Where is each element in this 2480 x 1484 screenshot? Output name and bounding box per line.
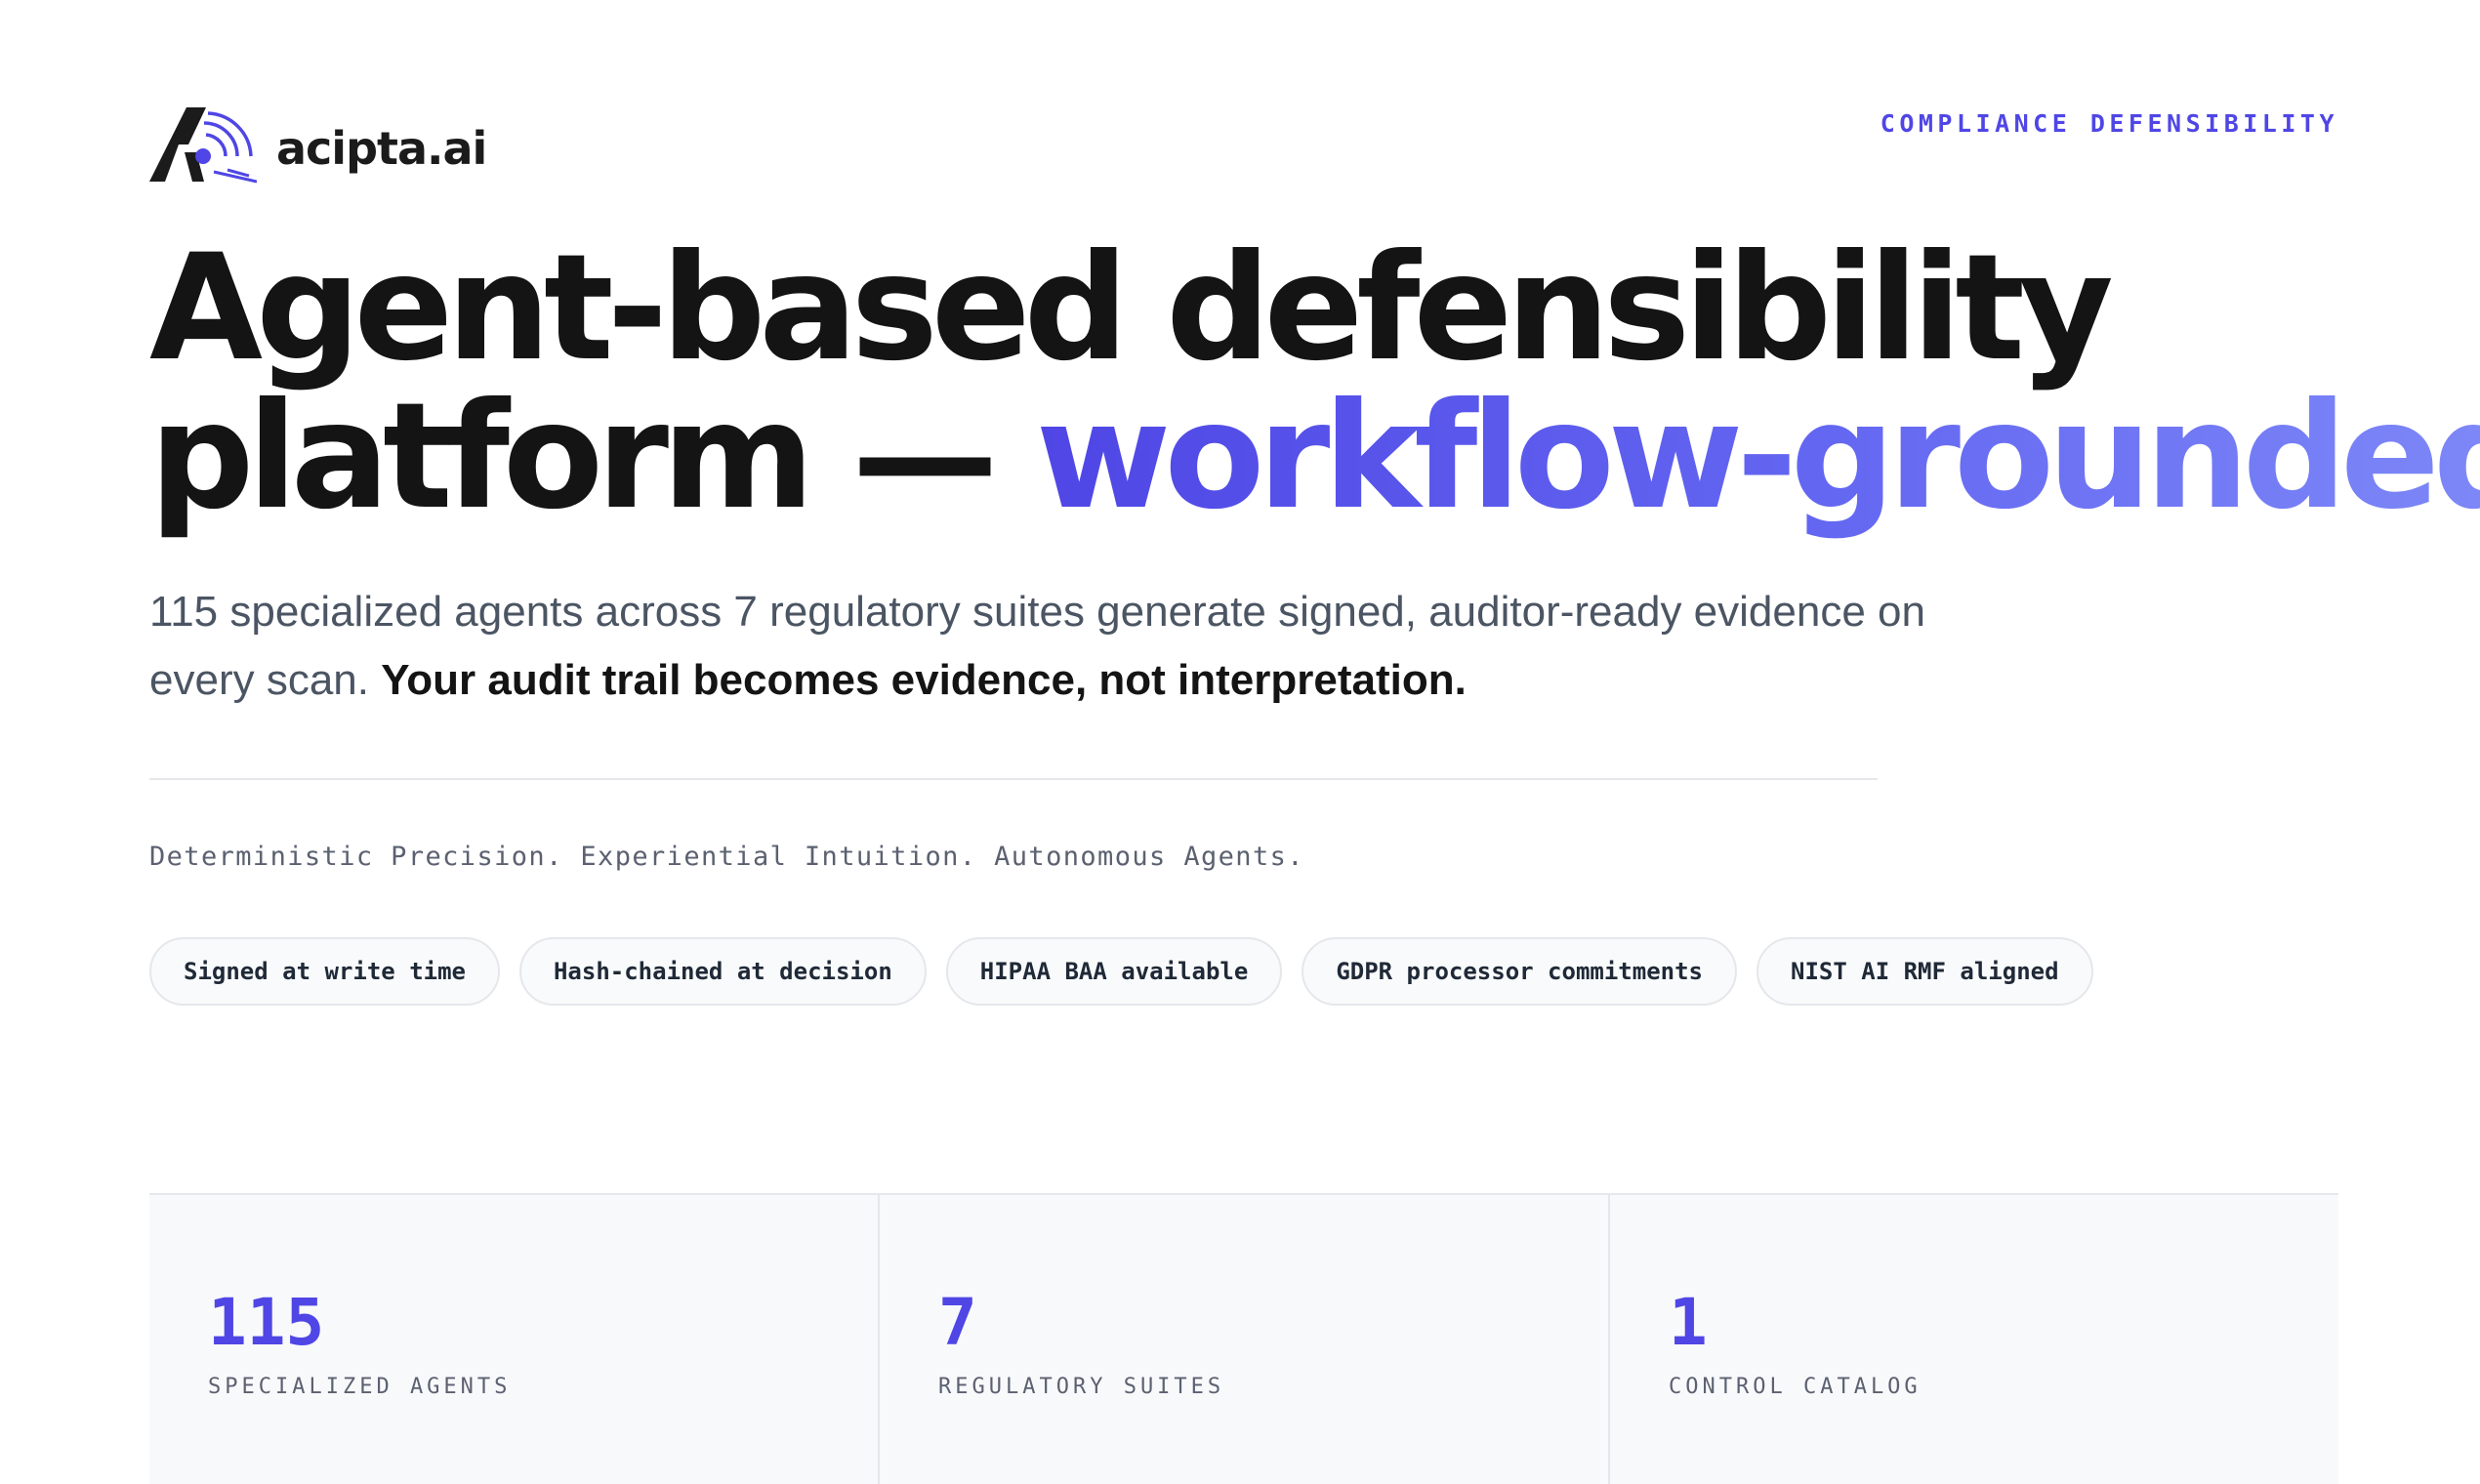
headline-line-2-plain: platform —: [149, 372, 1036, 542]
pill-nist: NIST AI RMF aligned: [1757, 937, 2093, 1006]
brand-name: acipta.ai: [276, 122, 487, 175]
feature-pills: Signed at write time Hash-chained at dec…: [149, 937, 2093, 1006]
stat-value: 115: [208, 1285, 325, 1360]
headline-accent: workflow-grounded.: [1036, 372, 2480, 542]
pill-signed: Signed at write time: [149, 937, 500, 1006]
stat-card-catalog: 1 CONTROL CATALOG: [1610, 1195, 2338, 1484]
stat-label: REGULATORY SUITES: [938, 1375, 1225, 1399]
stat-value: 7: [938, 1285, 977, 1360]
eyebrow-label: COMPLIANCE DEFENSIBILITY: [1880, 109, 2338, 138]
brand-logo[interactable]: acipta.ai: [149, 105, 487, 184]
stats-row: 115 SPECIALIZED AGENTS 7 REGULATORY SUIT…: [149, 1193, 2338, 1484]
pill-gdpr: GDPR processor commitments: [1302, 937, 1737, 1006]
stat-label: CONTROL CATALOG: [1669, 1375, 1922, 1399]
top-bar: acipta.ai COMPLIANCE DEFENSIBILITY: [149, 105, 2338, 187]
stat-value: 1: [1669, 1285, 1708, 1360]
stat-card-agents: 115 SPECIALIZED AGENTS: [149, 1195, 880, 1484]
pill-hash-chained: Hash-chained at decision: [518, 937, 927, 1006]
section-divider: [149, 778, 1878, 780]
tagline: Deterministic Precision. Experiential In…: [149, 842, 1304, 872]
page: acipta.ai COMPLIANCE DEFENSIBILITY Agent…: [149, 0, 2480, 1484]
headline-line-1: Agent-based defensibility: [149, 224, 2114, 393]
stat-card-suites: 7 REGULATORY SUITES: [880, 1195, 1610, 1484]
hero-lede: 115 specialized agents across 7 regulato…: [149, 578, 1926, 715]
lede-emphasis: Your audit trail becomes evidence, not i…: [381, 656, 1467, 704]
pill-hipaa: HIPAA BAA available: [945, 937, 1283, 1006]
acipta-logo-icon: [149, 107, 257, 184]
stat-label: SPECIALIZED AGENTS: [208, 1375, 512, 1399]
hero-headline: Agent-based defensibility platform — work…: [149, 234, 2480, 531]
